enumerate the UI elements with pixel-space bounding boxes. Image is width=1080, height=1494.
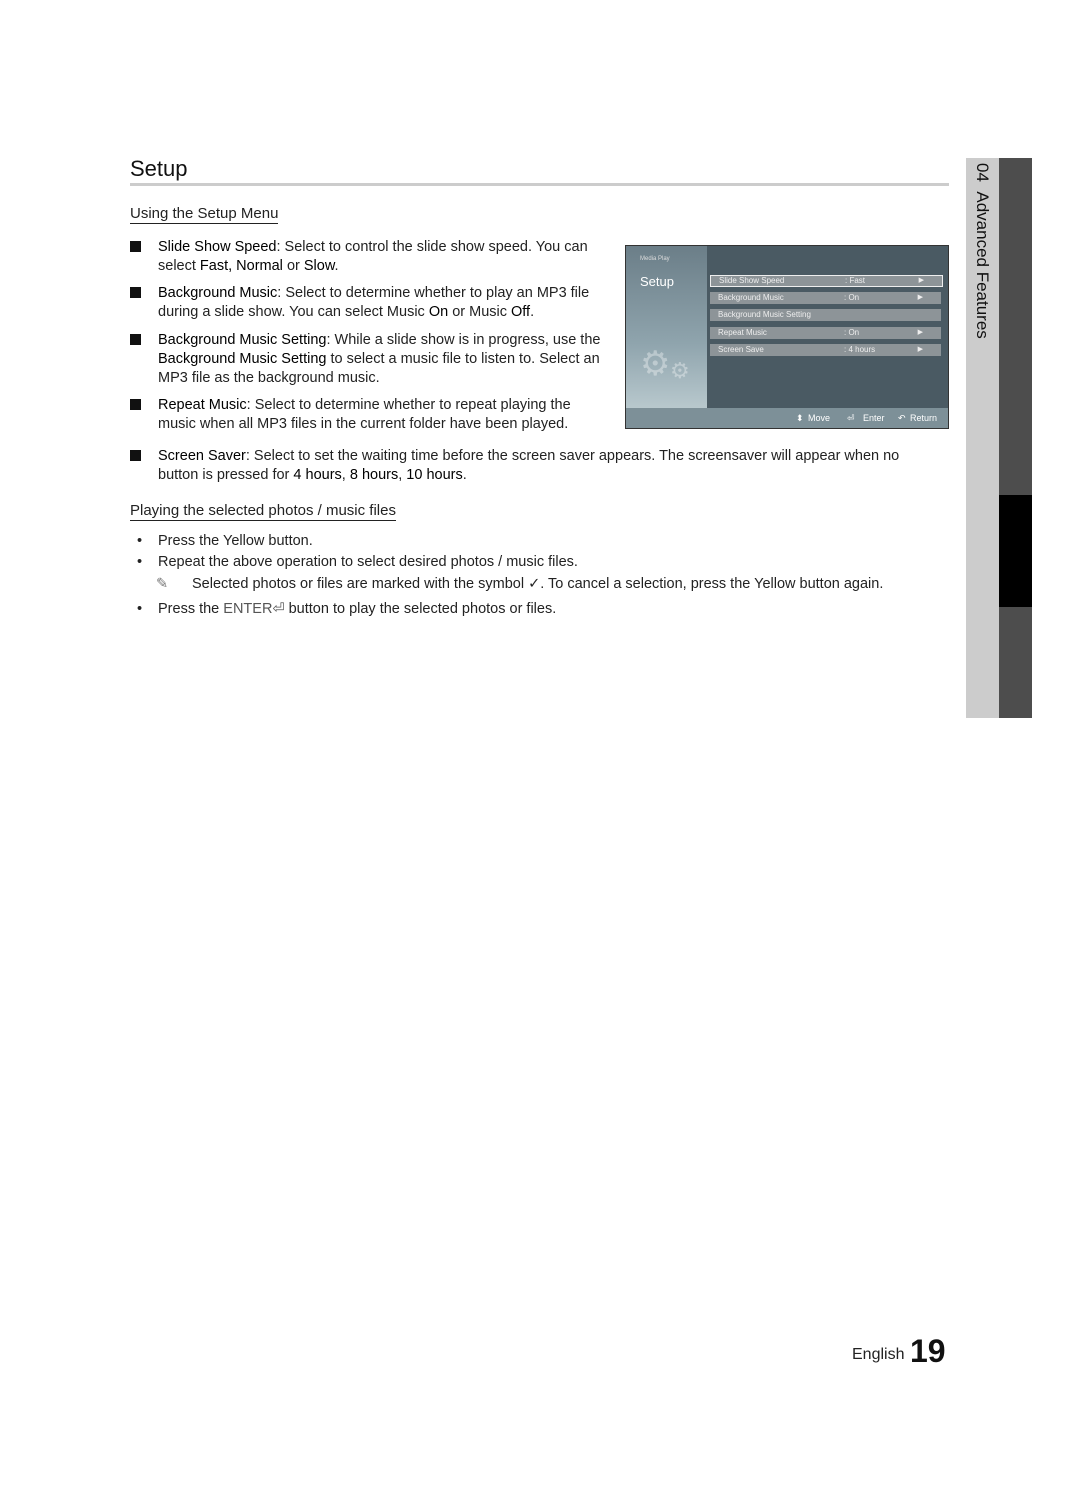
menu-row-screen-save[interactable]: Screen Save: 4 hours ▶ (710, 344, 941, 356)
menu-row-repeat-music[interactable]: Repeat Music: On ▶ (710, 327, 941, 339)
list-item: Background Music: Select to determine wh… (130, 284, 613, 322)
arrow-right-icon: ▶ (917, 346, 923, 353)
section-heading: Using the Setup Menu (130, 205, 279, 224)
move-icon: ⬍ (796, 413, 804, 423)
section-heading: Playing the selected photos / music file… (130, 502, 396, 521)
osd-footer: ⬍ Move ⏎ Enter ↶ Return (626, 408, 948, 428)
bullet-item: • Repeat the above operation to select de… (137, 554, 578, 570)
manual-page: Setup Using the Setup Menu Slide Show Sp… (0, 0, 1080, 1494)
check-icon: ✓ (528, 576, 541, 592)
bullet-item: • Press the Yellow button. (137, 533, 313, 549)
menu-row-background-music-setting[interactable]: Background Music Setting (710, 309, 941, 321)
arrow-right-icon: ▶ (918, 277, 924, 284)
media-play-logo: Media Play (640, 256, 670, 262)
osd-title: Setup (640, 274, 674, 289)
enter-icon: ⏎ (272, 601, 285, 617)
page-number: 19 (910, 1333, 946, 1369)
note: ✎ Selected photos or files are marked wit… (156, 576, 884, 592)
list-item: Screen Saver: Select to set the waiting … (130, 447, 918, 485)
list-item: Slide Show Speed: Select to control the … (130, 238, 608, 276)
page-title: Setup (130, 156, 188, 181)
menu-row-background-music[interactable]: Background Music: On ▶ (710, 292, 941, 304)
bullet-item: • Press the ENTER⏎ button to play the sel… (137, 601, 557, 617)
gear-icon: ⚙ (640, 345, 671, 383)
enter-icon: ⏎ (847, 413, 855, 423)
chapter-label: 04 Advanced Features (973, 163, 992, 339)
gear-icon: ⚙ (670, 358, 690, 383)
arrow-right-icon: ▶ (917, 329, 923, 336)
title-rule (130, 183, 949, 186)
setup-menu-screenshot: Media Play Setup ⚙ ⚙ Slide Show Speed: F… (625, 245, 949, 429)
list-item: Repeat Music: Select to determine whethe… (130, 396, 598, 434)
list-item: Background Music Setting: While a slide … (130, 331, 603, 388)
menu-row-slide-show-speed[interactable]: Slide Show Speed: Fast ▶ (710, 275, 943, 287)
chapter-tab-marker (999, 495, 1032, 607)
return-icon: ↶ (898, 413, 906, 423)
language-label: English (852, 1346, 905, 1363)
arrow-right-icon: ▶ (917, 294, 923, 301)
note-pencil-icon: ✎ (156, 576, 169, 592)
